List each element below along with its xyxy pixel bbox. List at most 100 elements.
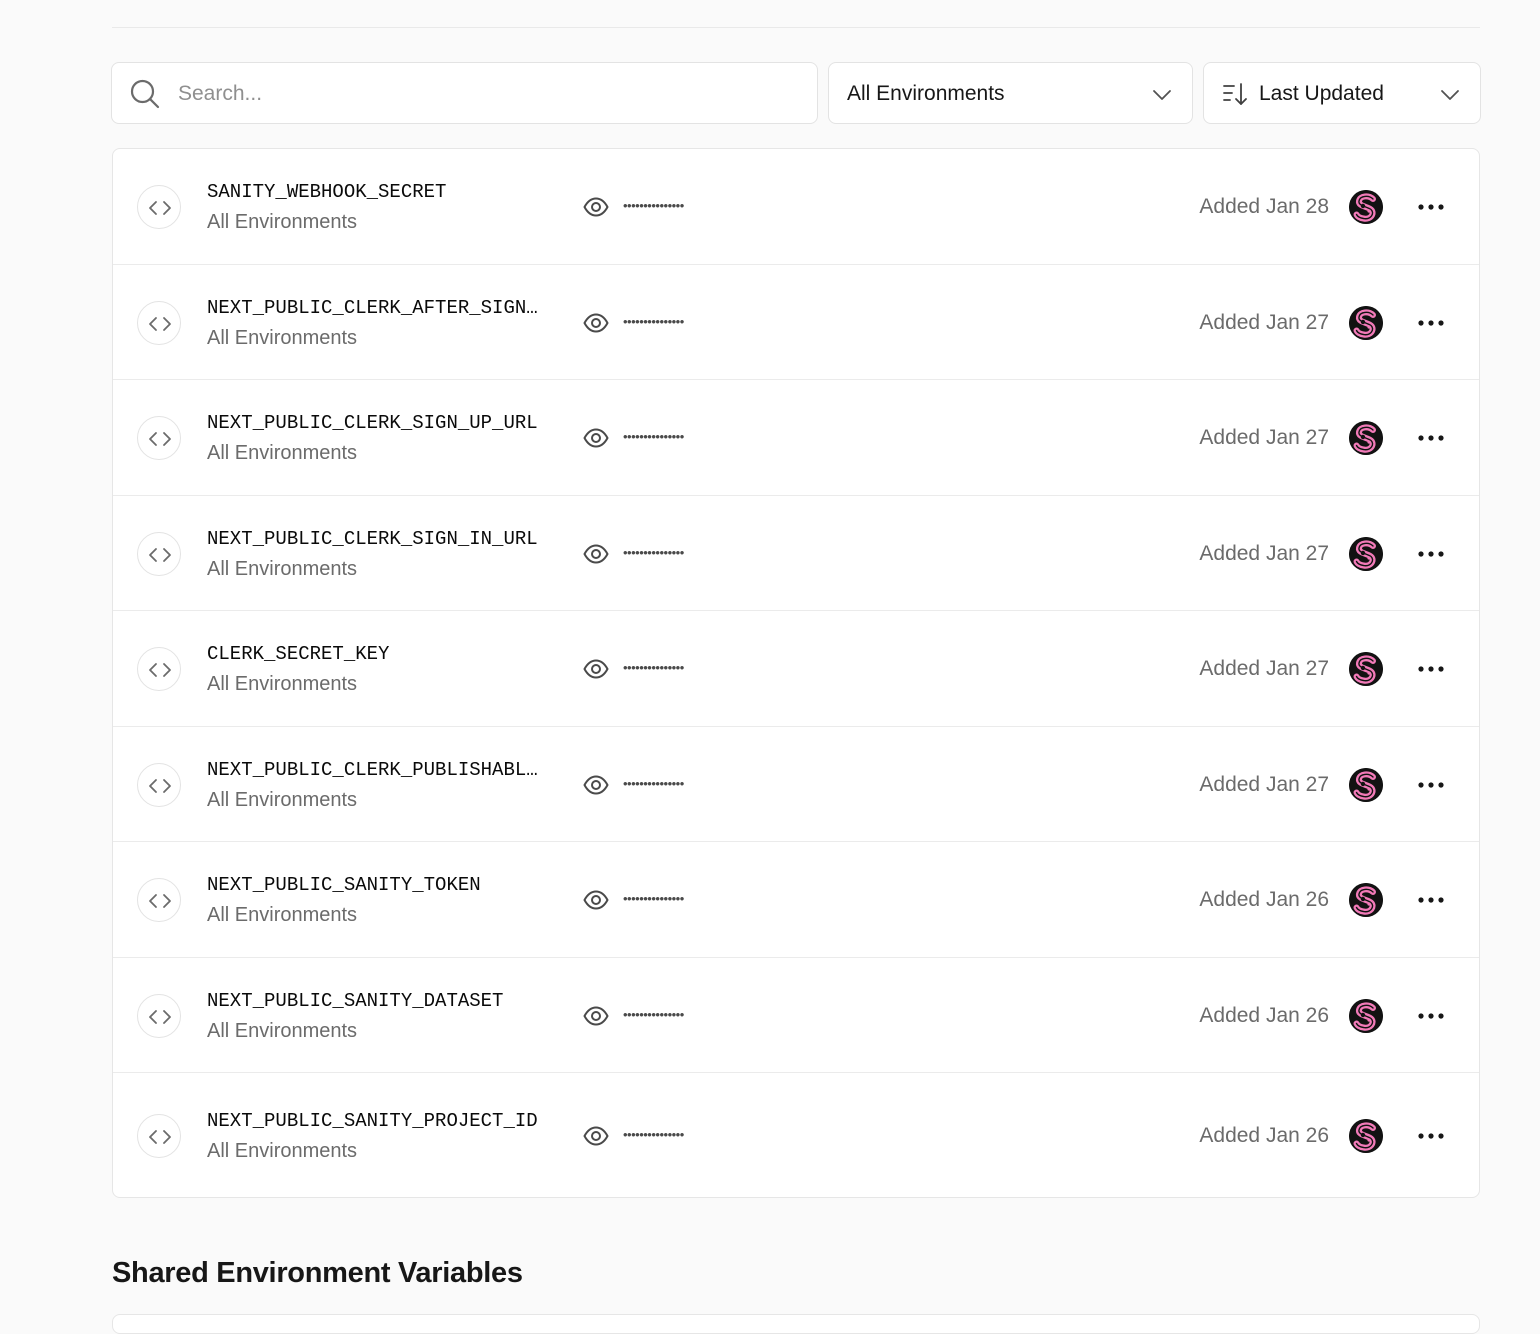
env-variable-row[interactable]: NEXT_PUBLIC_SANITY_TOKEN All Environment… bbox=[113, 842, 1479, 958]
eye-icon bbox=[583, 428, 609, 448]
top-divider bbox=[112, 27, 1480, 28]
variable-name: NEXT_PUBLIC_SANITY_DATASET bbox=[207, 989, 504, 1012]
filter-bar: All Environments Last Updated bbox=[111, 62, 1481, 124]
added-date: Added Jan 26 bbox=[1199, 888, 1329, 911]
more-options-button[interactable] bbox=[1413, 655, 1449, 683]
code-brackets-icon bbox=[137, 647, 181, 691]
chevron-down-icon bbox=[1440, 85, 1460, 105]
code-brackets-icon bbox=[137, 300, 181, 345]
env-variable-row[interactable]: SANITY_WEBHOOK_SECRET All Environments •… bbox=[113, 149, 1479, 265]
more-options-button[interactable] bbox=[1413, 540, 1449, 568]
masked-value: ••••••••••••••• bbox=[623, 429, 684, 444]
variable-environment: All Environments bbox=[207, 1019, 358, 1042]
ellipsis-icon bbox=[1418, 1012, 1444, 1019]
env-variable-row[interactable]: NEXT_PUBLIC_SANITY_PROJECT_ID All Enviro… bbox=[113, 1073, 1479, 1197]
more-options-button[interactable] bbox=[1413, 193, 1449, 221]
code-brackets-icon bbox=[137, 878, 181, 922]
variable-environment: All Environments bbox=[207, 326, 358, 349]
masked-value: ••••••••••••••• bbox=[623, 1126, 684, 1142]
more-options-button[interactable] bbox=[1413, 1122, 1449, 1150]
variable-name: NEXT_PUBLIC_CLERK_SIGN_IN_URL bbox=[207, 527, 538, 550]
reveal-value-button[interactable] bbox=[579, 652, 613, 686]
variable-name: NEXT_PUBLIC_SANITY_PROJECT_ID bbox=[207, 1109, 538, 1132]
more-options-button[interactable] bbox=[1413, 886, 1449, 914]
variable-environment: All Environments bbox=[207, 442, 358, 464]
sort-select[interactable]: Last Updated bbox=[1203, 62, 1481, 124]
avatar[interactable] bbox=[1349, 998, 1383, 1033]
ellipsis-icon bbox=[1418, 204, 1444, 210]
code-brackets-icon bbox=[137, 1113, 181, 1158]
code-brackets-icon bbox=[137, 993, 181, 1038]
variable-environment: All Environments bbox=[207, 1139, 358, 1162]
env-variable-row[interactable]: NEXT_PUBLIC_CLERK_SIGN_UP_URL All Enviro… bbox=[113, 380, 1479, 496]
reveal-value-button[interactable] bbox=[579, 768, 613, 802]
search-input[interactable] bbox=[178, 77, 778, 111]
avatar[interactable] bbox=[1349, 421, 1383, 455]
eye-icon bbox=[583, 890, 609, 910]
env-variable-row[interactable]: NEXT_PUBLIC_CLERK_PUBLISHABL… All Enviro… bbox=[113, 727, 1479, 842]
env-variable-row[interactable]: NEXT_PUBLIC_CLERK_AFTER_SIGN… All Enviro… bbox=[113, 265, 1479, 380]
environment-select[interactable]: All Environments bbox=[828, 62, 1193, 124]
sort-select-label: Last Updated bbox=[1259, 82, 1384, 105]
ellipsis-icon bbox=[1418, 1132, 1444, 1139]
avatar[interactable] bbox=[1349, 883, 1383, 917]
ellipsis-icon bbox=[1418, 550, 1444, 557]
code-brackets-icon bbox=[137, 185, 181, 229]
masked-value: ••••••••••••••• bbox=[623, 891, 684, 906]
ellipsis-icon bbox=[1418, 319, 1444, 326]
variable-name: NEXT_PUBLIC_SANITY_TOKEN bbox=[207, 874, 481, 896]
code-brackets-icon bbox=[137, 416, 181, 460]
avatar[interactable] bbox=[1349, 1118, 1383, 1153]
search-icon bbox=[129, 78, 161, 110]
avatar[interactable] bbox=[1349, 190, 1383, 224]
environment-select-label: All Environments bbox=[847, 82, 1005, 105]
reveal-value-button[interactable] bbox=[579, 537, 613, 571]
eye-icon bbox=[583, 544, 609, 563]
added-date: Added Jan 27 bbox=[1199, 310, 1329, 334]
masked-value: ••••••••••••••• bbox=[623, 775, 684, 791]
env-variable-row[interactable]: NEXT_PUBLIC_SANITY_DATASET All Environme… bbox=[113, 958, 1479, 1073]
added-date: Added Jan 27 bbox=[1199, 772, 1329, 796]
added-date: Added Jan 26 bbox=[1199, 1003, 1329, 1027]
ellipsis-icon bbox=[1418, 897, 1444, 903]
eye-icon bbox=[583, 1006, 609, 1025]
env-variable-row[interactable]: CLERK_SECRET_KEY All Environments ••••••… bbox=[113, 611, 1479, 727]
added-date: Added Jan 26 bbox=[1199, 1123, 1329, 1147]
chevron-down-icon bbox=[1152, 85, 1172, 105]
more-options-button[interactable] bbox=[1413, 309, 1449, 337]
ellipsis-icon bbox=[1418, 435, 1444, 441]
avatar[interactable] bbox=[1349, 305, 1383, 340]
eye-icon bbox=[583, 1126, 609, 1145]
ellipsis-icon bbox=[1418, 666, 1444, 672]
variable-environment: All Environments bbox=[207, 673, 358, 695]
variable-environment: All Environments bbox=[207, 904, 358, 926]
env-variable-row[interactable]: NEXT_PUBLIC_CLERK_SIGN_IN_URL All Enviro… bbox=[113, 496, 1479, 611]
reveal-value-button[interactable] bbox=[579, 421, 613, 455]
avatar[interactable] bbox=[1349, 652, 1383, 686]
added-date: Added Jan 27 bbox=[1199, 541, 1329, 565]
reveal-value-button[interactable] bbox=[579, 306, 613, 340]
masked-value: ••••••••••••••• bbox=[623, 544, 684, 560]
masked-value: ••••••••••••••• bbox=[623, 313, 684, 329]
eye-icon bbox=[583, 659, 609, 679]
masked-value: ••••••••••••••• bbox=[623, 1006, 684, 1022]
more-options-button[interactable] bbox=[1413, 771, 1449, 799]
variable-name: NEXT_PUBLIC_CLERK_PUBLISHABL… bbox=[207, 758, 538, 781]
variable-environment: All Environments bbox=[207, 557, 358, 580]
reveal-value-button[interactable] bbox=[579, 883, 613, 917]
variable-environment: All Environments bbox=[207, 788, 358, 811]
search-box[interactable] bbox=[111, 62, 818, 124]
eye-icon bbox=[583, 313, 609, 332]
masked-value: ••••••••••••••• bbox=[623, 198, 684, 213]
reveal-value-button[interactable] bbox=[579, 1119, 613, 1153]
eye-icon bbox=[583, 775, 609, 794]
avatar[interactable] bbox=[1349, 536, 1383, 571]
added-date: Added Jan 28 bbox=[1199, 195, 1329, 218]
reveal-value-button[interactable] bbox=[579, 190, 613, 224]
reveal-value-button[interactable] bbox=[579, 999, 613, 1033]
eye-icon bbox=[583, 197, 609, 217]
more-options-button[interactable] bbox=[1413, 424, 1449, 452]
avatar[interactable] bbox=[1349, 767, 1383, 802]
variable-name: NEXT_PUBLIC_CLERK_AFTER_SIGN… bbox=[207, 296, 538, 319]
more-options-button[interactable] bbox=[1413, 1002, 1449, 1030]
